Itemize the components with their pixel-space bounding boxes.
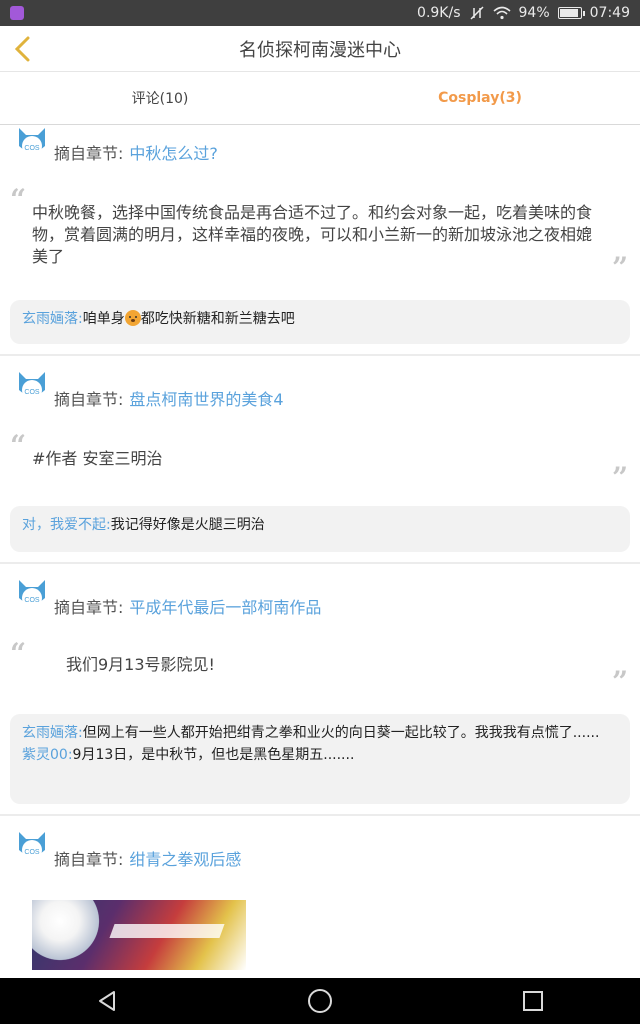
- chapter-prefix: 摘自章节:: [54, 850, 124, 869]
- circle-home-icon: [307, 989, 332, 1013]
- svg-text:COS: COS: [24, 597, 40, 604]
- nav-back-button[interactable]: [87, 981, 127, 1021]
- page-title: 名侦探柯南漫迷中心: [239, 39, 401, 61]
- reply-line: 玄雨婳落:但网上有一些人都开始把绀青之拳和业火的向日葵一起比较了。我我我有点慌了…: [22, 722, 618, 744]
- reply-text: 9月13日，是中秋节，但也是黑色星期五.......: [72, 747, 355, 763]
- triangle-back-icon: [98, 991, 115, 1011]
- reply-username[interactable]: 对，我爱不起:: [22, 517, 111, 533]
- reply-username[interactable]: 玄雨婳落:: [22, 311, 83, 327]
- post-card[interactable]: COS 摘自章节: 绀青之拳观后感: [0, 816, 640, 978]
- battery-icon: [557, 7, 585, 19]
- reply-text: 都吃快新糖和新兰糖去吧: [140, 311, 295, 327]
- chapter-prefix: 摘自章节:: [54, 390, 124, 409]
- square-recents-icon: [523, 991, 544, 1011]
- chapter-source: 摘自章节: 绀青之拳观后感: [54, 846, 241, 870]
- open-quote-icon: “: [10, 637, 27, 670]
- chapter-prefix: 摘自章节:: [54, 598, 124, 617]
- chevron-left-icon: [14, 36, 30, 62]
- svg-text:COS: COS: [24, 849, 40, 856]
- reply-text: 但网上有一些人都开始把绀青之拳和业火的向日葵一起比较了。我我我有点慌了.....…: [82, 725, 600, 741]
- chapter-link[interactable]: 平成年代最后一部柯南作品: [129, 598, 321, 617]
- cat-avatar-icon: COS: [19, 580, 45, 608]
- close-quote-icon: ”: [612, 251, 629, 284]
- nav-home-button[interactable]: [300, 981, 340, 1021]
- post-body: 中秋晚餐，选择中国传统食品是再合适不过了。和约会对象一起，吃着美味的食物，赏着圆…: [32, 203, 593, 266]
- svg-text:COS: COS: [24, 145, 40, 152]
- open-quote-icon: “: [10, 429, 27, 462]
- cat-avatar-icon: COS: [19, 128, 45, 156]
- reply-username[interactable]: 紫灵00:: [22, 747, 73, 763]
- reply-box[interactable]: 玄雨婳落:咱单身 都吃快新糖和新兰糖去吧: [10, 300, 630, 344]
- chapter-link[interactable]: 盘点柯南世界的美食4: [129, 390, 283, 409]
- post-card[interactable]: COS 摘自章节: 平成年代最后一部柯南作品 “ 我们9月13号影院见! ” 玄雨…: [0, 564, 640, 814]
- post-card[interactable]: COS 摘自章节: 中秋怎么过? “ 中秋晚餐，选择中国传统食品是再合适不过了。和…: [0, 126, 640, 354]
- dog-face-emoji-icon: [124, 310, 141, 326]
- close-quote-icon: ”: [612, 461, 629, 494]
- tab-comments[interactable]: 评论(10): [0, 72, 320, 124]
- clock: 07:49: [589, 5, 630, 21]
- tab-cosplay[interactable]: Cosplay(3): [320, 72, 640, 124]
- open-quote-icon: “: [10, 183, 27, 216]
- close-quote-icon: ”: [612, 665, 629, 698]
- reply-line: 玄雨婳落:咱单身 都吃快新糖和新兰糖去吧: [22, 308, 618, 330]
- reply-line: 紫灵00:9月13日，是中秋节，但也是黑色星期五.......: [22, 744, 618, 766]
- system-nav-bar: [0, 978, 640, 1024]
- reply-box[interactable]: 玄雨婳落:但网上有一些人都开始把绀青之拳和业火的向日葵一起比较了。我我我有点慌了…: [10, 714, 630, 804]
- app-notification-icon: [10, 6, 24, 20]
- chapter-prefix: 摘自章节:: [54, 144, 124, 163]
- movie-poster-thumbnail[interactable]: [32, 900, 246, 970]
- post-card[interactable]: COS 摘自章节: 盘点柯南世界的美食4 “ #作者 安室三明治 ” 对，我爱不起…: [0, 356, 640, 562]
- reply-username[interactable]: 玄雨婳落:: [22, 725, 83, 741]
- reply-line: 对，我爱不起:我记得好像是火腿三明治: [22, 514, 618, 536]
- network-speed: 0.9K/s: [417, 5, 461, 21]
- back-button[interactable]: [8, 34, 38, 64]
- status-bar: 0.9K/s 94% 07:49: [0, 0, 640, 26]
- nav-recents-button[interactable]: [513, 981, 553, 1021]
- chapter-source: 摘自章节: 中秋怎么过?: [54, 140, 218, 164]
- cat-avatar-icon: COS: [19, 372, 45, 400]
- post-body: 我们9月13号影院见!: [66, 655, 215, 674]
- chapter-source: 摘自章节: 盘点柯南世界的美食4: [54, 386, 284, 410]
- svg-text:COS: COS: [24, 389, 40, 396]
- poster-title-graphic: [109, 924, 225, 938]
- chapter-link[interactable]: 绀青之拳观后感: [129, 850, 241, 869]
- app-header: 名侦探柯南漫迷中心: [0, 26, 640, 72]
- post-feed[interactable]: COS 摘自章节: 中秋怎么过? “ 中秋晚餐，选择中国传统食品是再合适不过了。和…: [0, 126, 640, 978]
- chapter-source: 摘自章节: 平成年代最后一部柯南作品: [54, 594, 321, 618]
- reply-text: 我记得好像是火腿三明治: [110, 517, 265, 533]
- tab-bar: 评论(10) Cosplay(3): [0, 72, 640, 125]
- cat-avatar-icon: COS: [19, 832, 45, 860]
- wifi-icon: [492, 6, 511, 20]
- reply-box[interactable]: 对，我爱不起:我记得好像是火腿三明治: [10, 506, 630, 552]
- chapter-link[interactable]: 中秋怎么过?: [129, 144, 218, 163]
- mute-vibrate-icon: [469, 5, 485, 21]
- poster-figure: [32, 900, 102, 970]
- battery-percent: 94%: [518, 5, 550, 21]
- post-body: #作者 安室三明治: [32, 449, 163, 468]
- reply-text: 咱单身: [82, 311, 125, 327]
